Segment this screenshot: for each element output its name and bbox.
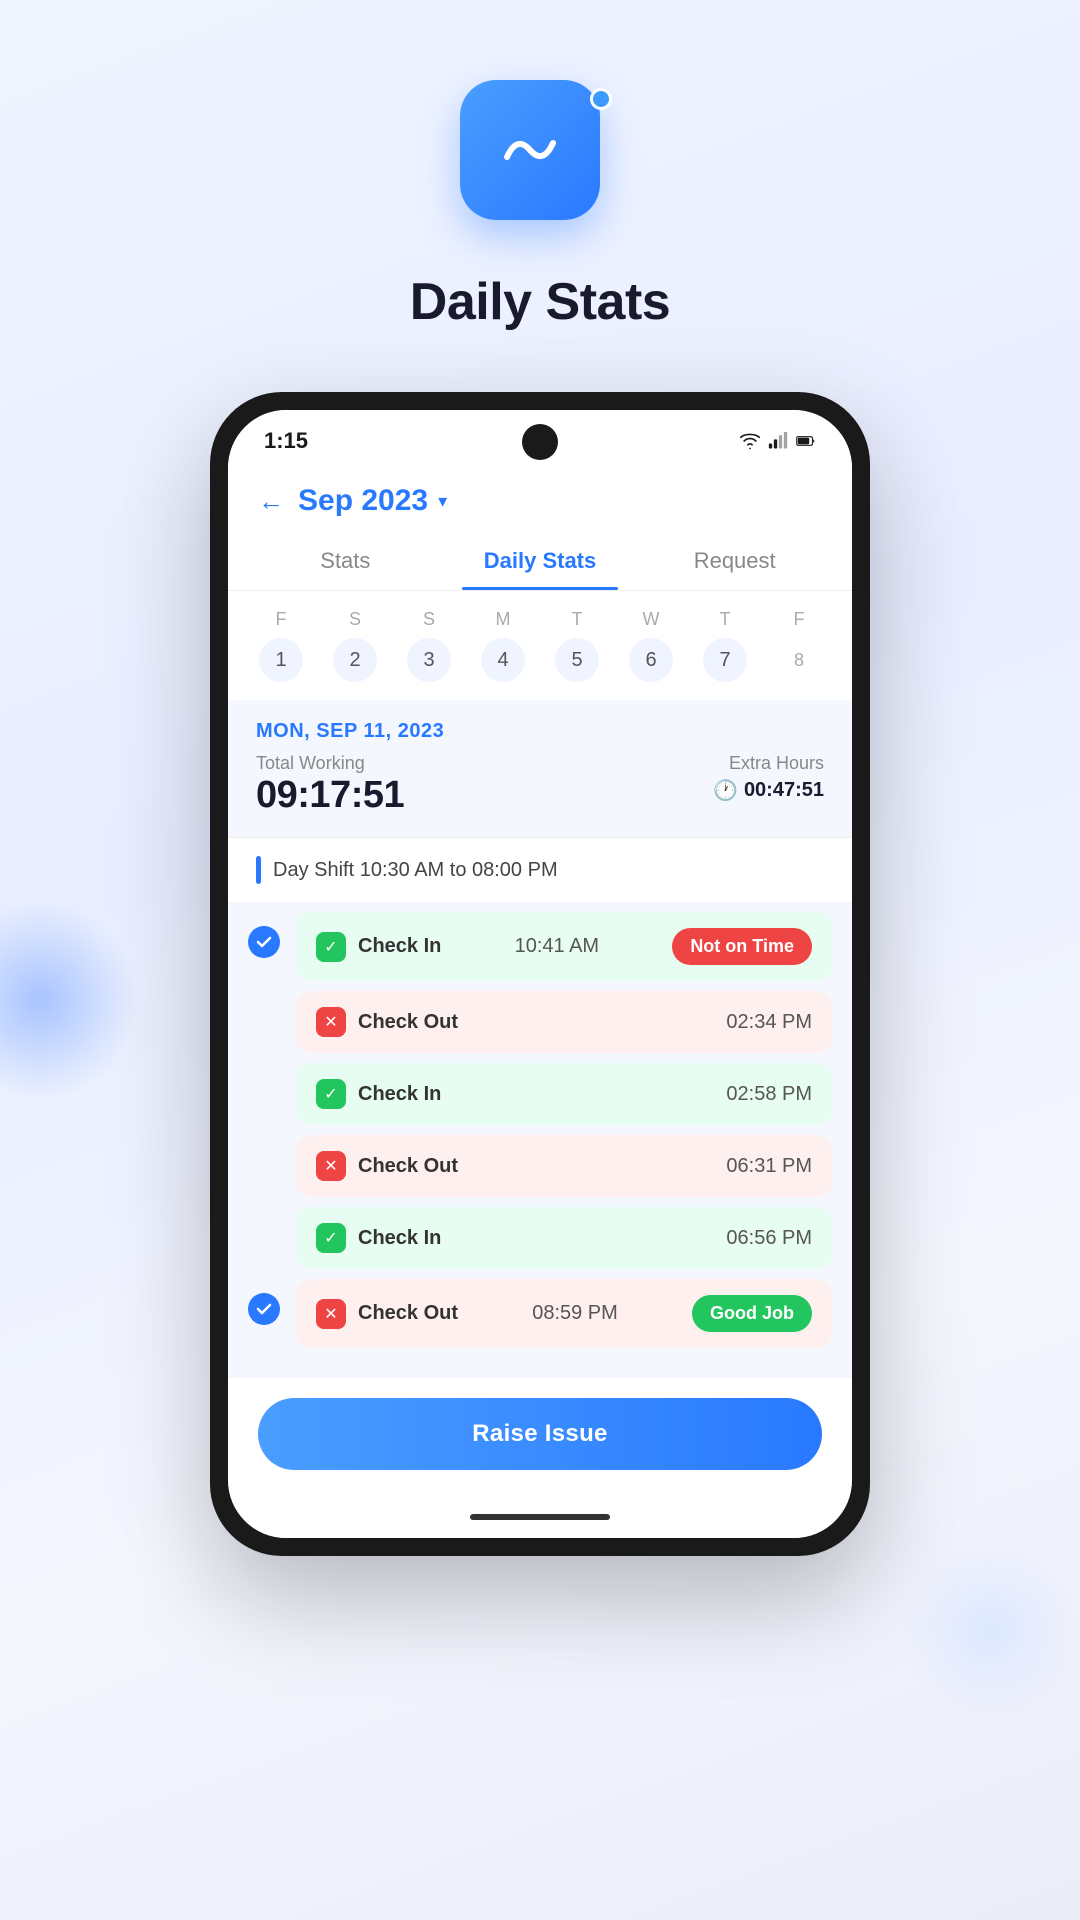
working-row: Total Working 09:17:51 Extra Hours 🕐 00:… — [256, 753, 824, 817]
raise-issue-button[interactable]: Raise Issue — [258, 1398, 822, 1470]
cal-day-5[interactable]: T 5 — [544, 609, 610, 682]
home-bar — [228, 1500, 852, 1538]
entry-6-circle — [248, 1293, 280, 1325]
daily-section: MON, SEP 11, 2023 Total Working 09:17:51… — [228, 700, 852, 837]
shift-indicator — [256, 856, 261, 884]
entry-6-label: Check Out — [358, 1302, 458, 1325]
checkout-icon-6: ✕ — [316, 1299, 346, 1329]
entry-2-row: ✕ Check Out 02:34 PM — [248, 991, 832, 1053]
cal-day-8[interactable]: F 8 — [766, 609, 832, 682]
entry-5-card: ✓ Check In 06:56 PM — [296, 1207, 832, 1269]
entry-2-label: Check Out — [358, 1011, 458, 1034]
raise-issue-container: Raise Issue — [228, 1378, 852, 1500]
back-button[interactable]: ← — [258, 486, 284, 517]
cal-day-6[interactable]: W 6 — [618, 609, 684, 682]
shift-bar: Day Shift 10:30 AM to 08:00 PM — [228, 837, 852, 902]
cal-day-4[interactable]: M 4 — [470, 609, 536, 682]
entry-6-card: ✕ Check Out 08:59 PM Good Job — [296, 1279, 832, 1348]
entry-2-card: ✕ Check Out 02:34 PM — [296, 991, 832, 1053]
app-header: ← Sep 2023 ▾ — [228, 464, 852, 518]
entry-1-circle — [248, 926, 280, 958]
tab-stats[interactable]: Stats — [248, 534, 443, 590]
entry-1-row: ✓ Check In 10:41 AM Not on Time — [248, 912, 832, 981]
clock-icon: 🕐 — [713, 778, 738, 803]
entry-6-row: ✕ Check Out 08:59 PM Good Job — [248, 1279, 832, 1348]
checkout-icon-4: ✕ — [316, 1151, 346, 1181]
signal-icon — [768, 431, 788, 451]
entry-3-time: 02:58 PM — [726, 1083, 812, 1106]
entry-5-time: 06:56 PM — [726, 1227, 812, 1250]
month-label: Sep 2023 — [298, 484, 428, 518]
entry-1-label: Check In — [358, 935, 441, 958]
entry-6-badge: Good Job — [692, 1295, 812, 1332]
status-time: 1:15 — [264, 428, 308, 454]
entry-4-card: ✕ Check Out 06:31 PM — [296, 1135, 832, 1197]
extra-hours-value: 00:47:51 — [744, 779, 824, 802]
entry-3-card: ✓ Check In 02:58 PM — [296, 1063, 832, 1125]
cal-day-2[interactable]: S 2 — [322, 609, 388, 682]
checkin-icon-5: ✓ — [316, 1223, 346, 1253]
tab-daily-stats[interactable]: Daily Stats — [443, 534, 638, 590]
app-icon — [460, 80, 600, 220]
entry-4-time: 06:31 PM — [726, 1155, 812, 1178]
phone-screen: 1:15 ← Sep 2023 ▾ Stats — [228, 410, 852, 1538]
entry-3-label: Check In — [358, 1083, 441, 1106]
entry-4-label: Check Out — [358, 1155, 458, 1178]
page-title: Daily Stats — [410, 272, 670, 332]
battery-icon — [796, 431, 816, 451]
entry-5-label: Check In — [358, 1227, 441, 1250]
home-bar-line — [470, 1514, 610, 1520]
daily-date: MON, SEP 11, 2023 — [256, 720, 824, 743]
status-icons — [740, 431, 816, 451]
calendar-strip: F 1 S 2 S 3 M 4 T 5 W 6 — [228, 591, 852, 700]
cal-day-3[interactable]: S 3 — [396, 609, 462, 682]
shift-label: Day Shift 10:30 AM to 08:00 PM — [273, 859, 558, 882]
tab-request[interactable]: Request — [637, 534, 832, 590]
checkin-icon-3: ✓ — [316, 1079, 346, 1109]
entry-2-time: 02:34 PM — [726, 1011, 812, 1034]
entry-6-time: 08:59 PM — [532, 1302, 618, 1325]
entry-1-time: 10:41 AM — [515, 935, 600, 958]
checkout-icon-2: ✕ — [316, 1007, 346, 1037]
extra-hours-time-row: 🕐 00:47:51 — [713, 778, 824, 803]
entry-3-row: ✓ Check In 02:58 PM — [248, 1063, 832, 1125]
check-list: ✓ Check In 10:41 AM Not on Time ✕ Check … — [228, 902, 852, 1378]
app-icon-dot — [590, 88, 612, 110]
dropdown-arrow-icon: ▾ — [438, 491, 447, 512]
month-selector[interactable]: Sep 2023 ▾ — [298, 484, 447, 518]
camera-notch — [522, 424, 558, 460]
tabs-container: Stats Daily Stats Request — [228, 518, 852, 591]
cal-day-1[interactable]: F 1 — [248, 609, 314, 682]
entry-5-row: ✓ Check In 06:56 PM — [248, 1207, 832, 1269]
app-icon-container — [460, 80, 620, 240]
cal-day-7[interactable]: T 7 — [692, 609, 758, 682]
extra-hours-label: Extra Hours — [713, 753, 824, 774]
entry-4-row: ✕ Check Out 06:31 PM — [248, 1135, 832, 1197]
phone-frame: 1:15 ← Sep 2023 ▾ Stats — [210, 392, 870, 1556]
wifi-icon — [740, 431, 760, 451]
extra-hours-container: Extra Hours 🕐 00:47:51 — [713, 753, 824, 803]
entry-1-badge: Not on Time — [672, 928, 812, 965]
total-working-time: 09:17:51 — [256, 774, 404, 817]
status-bar: 1:15 — [228, 410, 852, 464]
total-working-label: Total Working — [256, 753, 404, 774]
entry-1-card: ✓ Check In 10:41 AM Not on Time — [296, 912, 832, 981]
checkin-icon-1: ✓ — [316, 932, 346, 962]
